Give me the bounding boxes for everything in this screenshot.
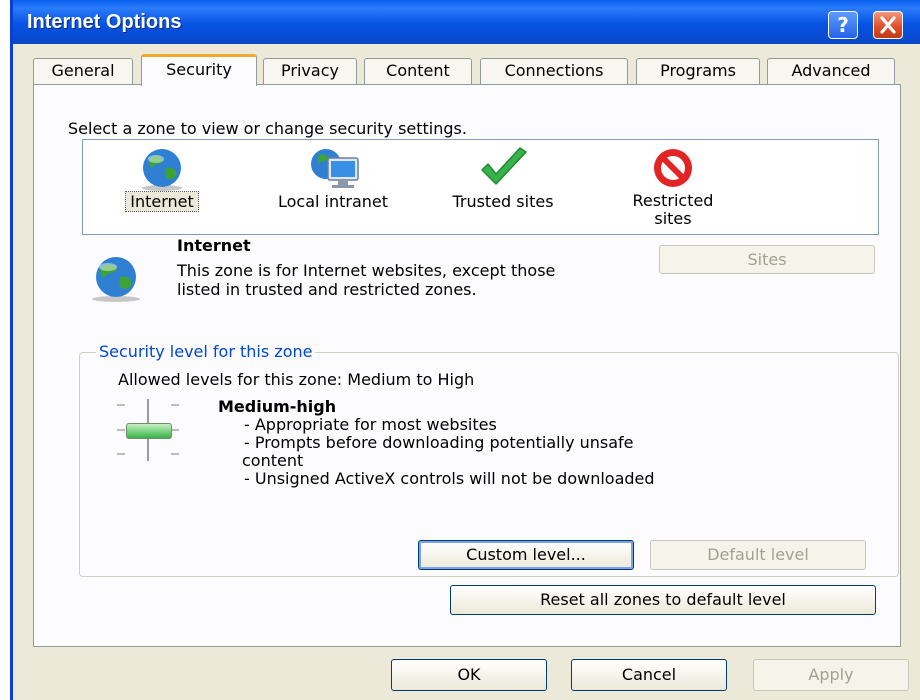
tab-connections[interactable]: Connections [480,58,628,84]
security-slider[interactable] [112,397,184,463]
title-bar[interactable]: Internet Options ? [13,0,920,44]
ok-button[interactable]: OK [391,659,547,691]
tab-advanced[interactable]: Advanced [767,58,895,84]
zone-prompt: Select a zone to view or change security… [68,119,467,138]
level-description: - Appropriate for most websites - Prompt… [242,415,655,488]
sites-button-label: Sites [747,250,787,269]
zone-list[interactable]: Internet Local intranet Trusted sites Re… [82,139,879,235]
zone-internet-label: Internet [125,191,199,212]
level-bullet: - Unsigned ActiveX controls will not be … [244,469,655,488]
cancel-label: Cancel [621,665,677,684]
slider-thumb[interactable] [126,423,172,439]
tab-content[interactable]: Content [364,58,472,84]
zone-trusted-sites[interactable]: Trusted sites [428,146,578,211]
tab-strip: General Security Privacy Content Connect… [33,54,903,86]
allowed-levels-text: Allowed levels for this zone: Medium to … [118,370,475,389]
help-button[interactable]: ? [828,11,858,39]
zone-description: This zone is for Internet websites, exce… [177,261,556,299]
security-tab-panel: Select a zone to view or change security… [33,84,901,647]
zone-name: Internet [177,236,251,255]
default-level-label: Default level [707,545,809,564]
zone-local-intranet[interactable]: Local intranet [258,146,408,211]
internet-options-window: Internet Options ? General Security Priv… [10,0,920,700]
tab-privacy[interactable]: Privacy [263,58,357,84]
security-level-label: Security level for this zone [96,342,316,361]
zone-trusted-sites-label: Trusted sites [452,192,554,211]
intranet-icon [311,149,359,188]
default-level-button[interactable]: Default level [650,540,866,570]
cancel-button[interactable]: Cancel [571,659,727,691]
custom-level-button[interactable]: Custom level... [418,540,634,570]
apply-button[interactable]: Apply [753,659,909,691]
tab-programs[interactable]: Programs [636,58,760,84]
apply-label: Apply [808,665,854,684]
globe-icon [92,257,140,302]
zone-restricted-sites[interactable]: Restricted sites [608,146,738,228]
reset-all-zones-button[interactable]: Reset all zones to default level [450,585,876,615]
zone-internet[interactable]: Internet [117,146,207,212]
ok-label: OK [457,665,481,684]
restricted-icon [654,149,692,187]
level-bullet: - Appropriate for most websites [244,415,497,434]
globe-icon [142,149,182,191]
zone-restricted-sites-label: Restricted sites [632,191,714,228]
sites-button[interactable]: Sites [659,245,875,274]
level-bullet: - Prompts before downloading potentially… [244,433,634,452]
level-name: Medium-high [218,397,337,416]
window-title: Internet Options [27,11,182,33]
level-bullet: content [242,451,304,470]
custom-level-label: Custom level... [466,545,586,564]
tab-security[interactable]: Security [141,54,257,86]
close-icon [880,16,896,34]
reset-all-zones-label: Reset all zones to default level [540,590,786,609]
tab-general[interactable]: General [33,58,133,84]
close-button[interactable] [873,11,903,39]
zone-local-intranet-label: Local intranet [277,192,389,211]
checkmark-icon [481,147,527,185]
